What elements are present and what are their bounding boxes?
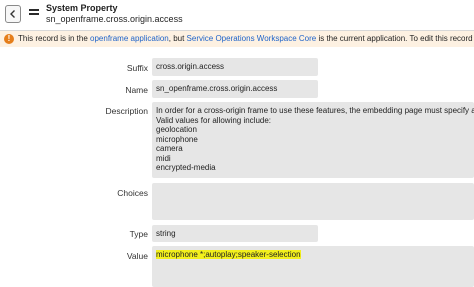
record-title: System Property sn_openframe.cross.origi… [46,3,183,25]
current-application-link[interactable]: Service Operations Workspace Core [187,34,317,43]
banner-text-part: , but [168,34,187,43]
choices-field[interactable] [152,183,474,220]
record-name-label: sn_openframe.cross.origin.access [46,14,183,24]
suffix-label: Suffix [126,63,148,73]
description-field[interactable]: In order for a cross-origin frame to use… [152,102,474,178]
hamburger-menu-icon[interactable] [29,9,39,19]
type-label: Type [129,229,148,239]
record-header: System Property sn_openframe.cross.origi… [0,0,474,31]
record-type-label: System Property [46,3,118,13]
chevron-left-icon [10,10,15,18]
scope-warning-banner: ! This record is in the openframe applic… [0,31,474,47]
description-label: Description [105,106,148,116]
value-label: Value [126,251,148,261]
type-field[interactable]: string [152,225,318,242]
form-page: System Property sn_openframe.cross.origi… [0,0,474,287]
exclamation-circle-icon: ! [4,34,14,44]
name-label: Name [125,85,148,95]
banner-text-part: is the current application. To edit this… [316,34,474,43]
value-text-highlighted: microphone *;autoplay;speaker-selection [156,250,301,259]
suffix-field[interactable]: cross.origin.access [152,58,318,76]
value-field[interactable]: microphone *;autoplay;speaker-selection [152,246,474,287]
application-link[interactable]: openframe application [90,34,169,43]
banner-text-part: This record is in the [18,34,91,43]
banner-text: This record is in the openframe applicat… [18,31,474,47]
name-field[interactable]: sn_openframe.cross.origin.access [152,80,318,98]
choices-label: Choices [117,188,148,198]
back-button[interactable] [5,5,21,23]
